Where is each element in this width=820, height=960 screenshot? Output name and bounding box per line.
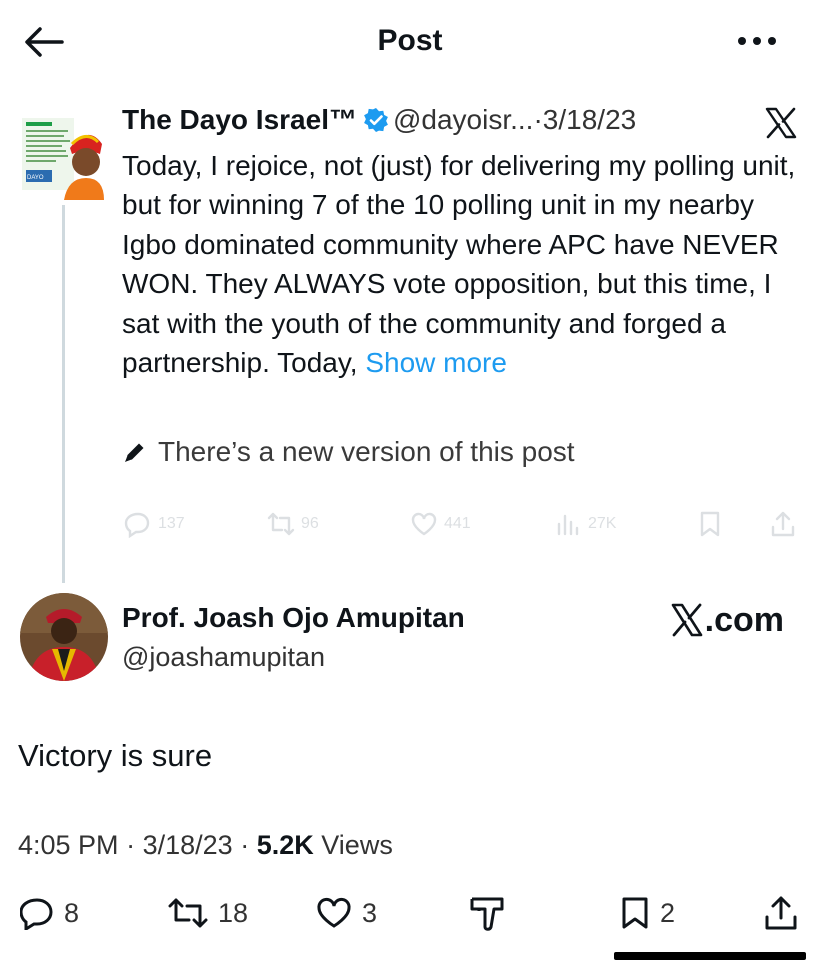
faded-repost: 96 [267, 510, 319, 538]
x-com-watermark: .com [671, 598, 784, 642]
faded-reply: 137 [124, 510, 185, 538]
quoted-post-action-row: 137 96 441 27K [122, 510, 802, 542]
repost-icon [168, 898, 208, 928]
x-logo-icon [671, 603, 702, 637]
reply-author-handle[interactable]: @joashamupitan [122, 642, 325, 673]
separator-dot: · [240, 830, 250, 860]
repost-icon [267, 512, 295, 536]
reply-icon [20, 898, 53, 930]
x-logo-icon [764, 106, 798, 140]
like-icon [411, 512, 437, 536]
bookmark-icon [622, 897, 648, 929]
reply-icon [124, 512, 150, 538]
page-title: Post [377, 24, 443, 57]
post-time: 4:05 PM [18, 830, 119, 860]
home-indicator [614, 952, 806, 960]
faded-like-count: 441 [444, 515, 471, 532]
quoted-post-header: The Dayo Israel™ @dayoisr...·3/18/23 [122, 104, 800, 142]
separator-dot: · [126, 830, 136, 860]
faded-repost-count: 96 [301, 515, 319, 532]
share-button[interactable] [764, 893, 798, 933]
show-more-link[interactable]: Show more [365, 347, 507, 378]
quoted-post-body: Today, I rejoice, not (just) for deliver… [122, 146, 807, 382]
bookmark-icon [700, 511, 720, 537]
edited-notice-text: There’s a new version of this post [158, 436, 575, 467]
edited-notice[interactable]: There’s a new version of this post [122, 436, 575, 474]
views-label: Views [321, 830, 393, 860]
watermark-text: .com [704, 600, 784, 639]
reply-button[interactable]: 8 [20, 893, 79, 933]
share-icon [765, 896, 797, 930]
like-count: 3 [362, 897, 378, 928]
svg-text:DAYO: DAYO [27, 175, 44, 181]
downvote-button[interactable] [468, 893, 506, 933]
post-date: 3/18/23 [142, 830, 233, 860]
post-metadata: 4:05 PM · 3/18/23 · 5.2K Views [18, 830, 393, 861]
faded-views: 27K [554, 510, 616, 538]
bookmark-button[interactable]: 2 [620, 893, 675, 933]
separator-dot: · [533, 104, 543, 135]
reply-author-name[interactable]: Prof. Joash Ojo Amupitan [122, 602, 465, 634]
views-count[interactable]: 5.2K [257, 830, 314, 860]
quoted-author-name[interactable]: The Dayo Israel™ [122, 104, 357, 135]
reply-author-avatar[interactable] [20, 593, 108, 681]
reply-count: 8 [64, 897, 80, 928]
share-icon [771, 511, 795, 537]
quoted-author-handle[interactable]: @dayoisr... [393, 104, 533, 135]
quoted-author-avatar[interactable]: DAYO [20, 108, 104, 200]
faded-share [770, 510, 796, 538]
more-icon[interactable] [734, 26, 780, 56]
faded-like: 441 [410, 510, 471, 538]
reply-post-text: Victory is sure [18, 738, 213, 773]
downvote-icon [470, 897, 504, 931]
bookmark-count: 2 [660, 897, 676, 928]
faded-reply-count: 137 [158, 515, 185, 532]
pencil-icon [125, 443, 144, 462]
repost-count: 18 [218, 897, 249, 928]
thread-connector-line [62, 205, 65, 583]
verified-badge-icon [363, 107, 389, 133]
repost-button[interactable]: 18 [168, 893, 248, 933]
faded-bookmark [697, 510, 723, 538]
faded-views-count: 27K [588, 515, 617, 532]
quoted-post-text: Today, I rejoice, not (just) for deliver… [122, 150, 796, 379]
quoted-post-date[interactable]: 3/18/23 [543, 104, 636, 135]
like-icon [317, 897, 351, 928]
views-icon [557, 514, 579, 536]
like-button[interactable]: 3 [316, 893, 377, 933]
